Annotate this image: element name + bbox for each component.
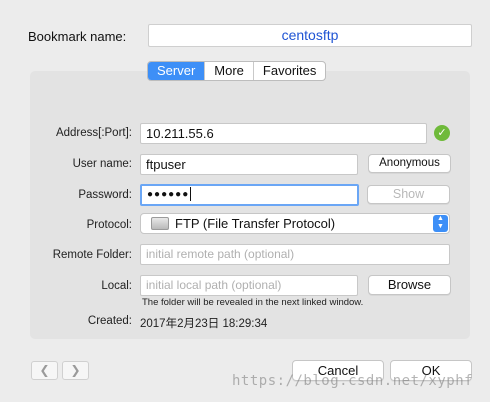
tab-favorites[interactable]: Favorites xyxy=(252,62,325,80)
text-cursor xyxy=(190,187,192,202)
remote-folder-field[interactable]: initial remote path (optional) xyxy=(140,244,450,265)
created-value: 2017年2月23日 18:29:34 xyxy=(140,318,268,330)
chevron-updown-icon: ▲ ▼ xyxy=(433,215,448,232)
checkmark-circle-icon: ✓ xyxy=(434,125,450,141)
created-label: Created: xyxy=(87,315,132,327)
password-dots: ●●●●●● xyxy=(147,189,190,200)
watermark: https://blog.csdn.net/xyphf xyxy=(232,373,474,389)
drive-icon xyxy=(151,217,169,230)
forward-button[interactable]: ❯ xyxy=(62,361,89,380)
password-label: Password: xyxy=(78,189,132,201)
protocol-select[interactable]: FTP (File Transfer Protocol) ▲ ▼ xyxy=(140,213,450,234)
anonymous-button[interactable]: Anonymous xyxy=(368,154,451,173)
back-button[interactable]: ❮ xyxy=(31,361,58,380)
username-label: User name: xyxy=(72,158,132,170)
protocol-value: FTP (File Transfer Protocol) xyxy=(175,216,336,231)
local-label: Local: xyxy=(101,280,132,292)
bookmark-name-label: Bookmark name: xyxy=(28,29,127,44)
tab-server[interactable]: Server xyxy=(148,62,205,80)
tab-bar: Server More Favorites xyxy=(147,61,327,81)
local-hint: The folder will be revealed in the next … xyxy=(142,297,364,308)
local-field[interactable]: initial local path (optional) xyxy=(140,275,358,296)
address-field[interactable]: 10.211.55.6 xyxy=(140,123,427,144)
tab-more[interactable]: More xyxy=(204,62,253,80)
chevron-right-icon: ❯ xyxy=(70,363,81,377)
chevron-left-icon: ❮ xyxy=(39,363,50,377)
username-field[interactable]: ftpuser xyxy=(140,154,358,175)
password-field[interactable]: ●●●●●● xyxy=(140,184,359,206)
browse-button[interactable]: Browse xyxy=(368,275,451,295)
bookmark-name-field[interactable]: centosftp xyxy=(148,24,472,47)
show-password-button[interactable]: Show xyxy=(367,185,450,204)
remote-folder-label: Remote Folder: xyxy=(52,249,132,261)
protocol-label: Protocol: xyxy=(86,219,132,231)
address-label: Address[:Port]: xyxy=(55,127,132,139)
